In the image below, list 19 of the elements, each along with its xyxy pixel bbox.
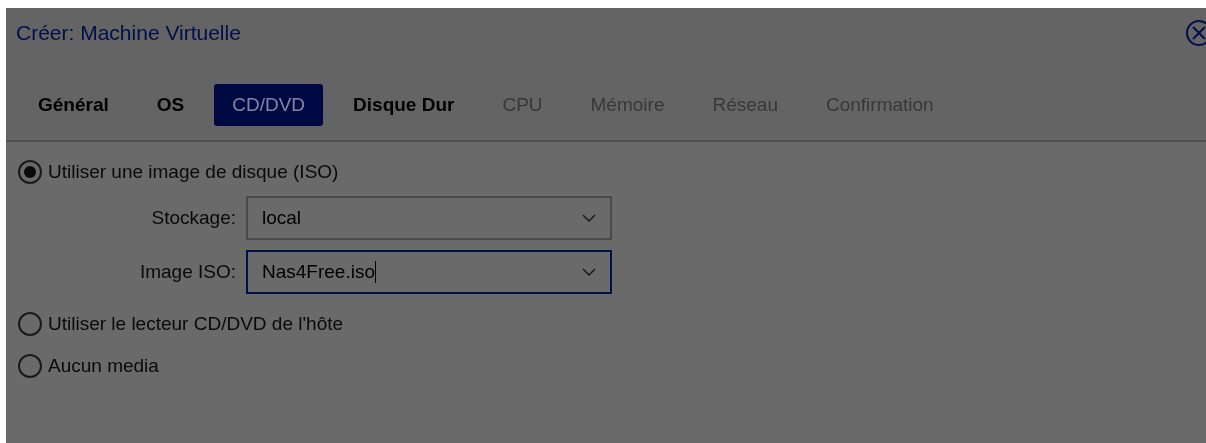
close-icon: [1192, 26, 1206, 40]
tab[interactable]: OS: [138, 84, 203, 126]
radio-button[interactable]: [18, 354, 42, 378]
tab[interactable]: Général: [20, 84, 127, 126]
close-button[interactable]: [1186, 20, 1206, 46]
radio-label: Utiliser le lecteur CD/DVD de l'hôte: [48, 313, 344, 335]
radio-label: Utiliser une image de disque (ISO): [48, 161, 339, 183]
radio-button[interactable]: [18, 160, 42, 184]
field-label: Stockage:: [150, 207, 236, 229]
chevron-down-icon: [582, 214, 596, 222]
dropdown-field[interactable]: Nas4Free.iso: [246, 250, 612, 294]
field-label: Image ISO:: [138, 261, 236, 283]
radio-button[interactable]: [18, 312, 42, 336]
window-title: Créer: Machine Virtuelle: [16, 21, 241, 45]
dropdown-field[interactable]: local: [246, 196, 612, 240]
radio-label: Aucun media: [48, 355, 159, 377]
tab[interactable]: Disque Dur: [335, 84, 473, 126]
tab[interactable]: CD/DVD: [214, 84, 324, 126]
chevron-down-icon: [582, 268, 596, 276]
